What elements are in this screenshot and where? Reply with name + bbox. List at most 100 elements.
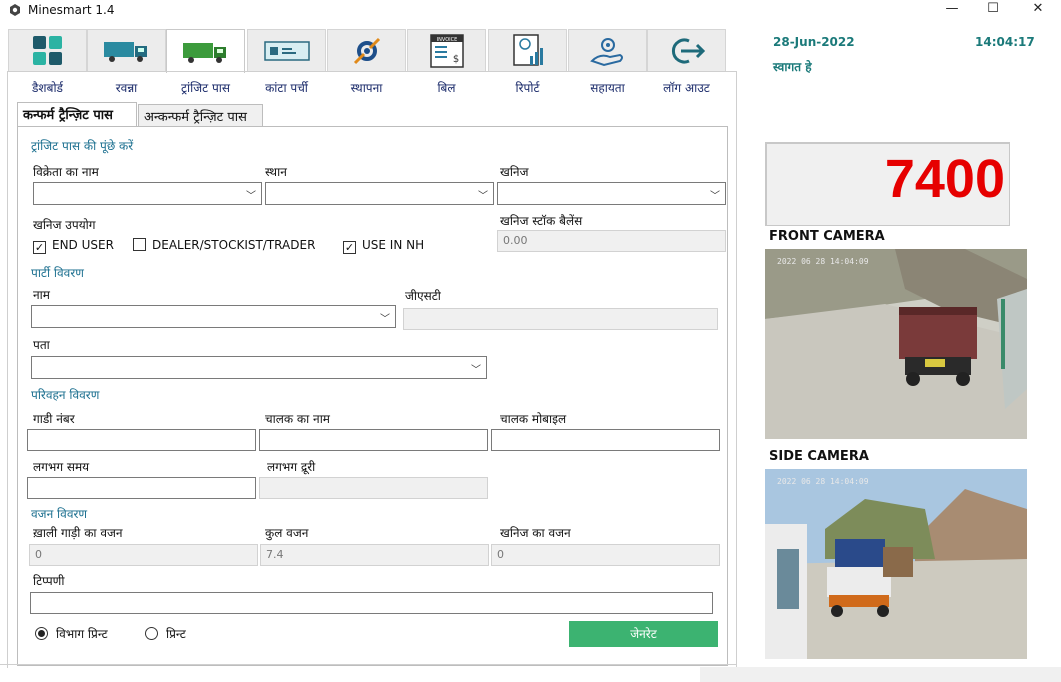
chevron-down-icon: ﹀: [380, 314, 390, 325]
mineral-weight-field: 0: [491, 544, 720, 566]
radio-empty-icon: [145, 627, 158, 640]
chevron-down-icon: ﹀: [478, 191, 488, 202]
settings-tools-icon: [353, 37, 380, 64]
transit-pass-panel: [17, 126, 728, 666]
end-user-label: END USER: [52, 238, 114, 252]
place-select[interactable]: ﹀: [265, 182, 494, 205]
current-time: 14:04:17: [975, 35, 1035, 49]
driver-name-label: चालक का नाम: [265, 412, 330, 426]
app-logo-icon: [10, 4, 20, 16]
toolbar-label-dashboard[interactable]: डैशबोर्ड: [8, 79, 87, 96]
toolbar-label-logout[interactable]: लॉग आउट: [647, 79, 726, 96]
weight-value: 7400: [884, 149, 1005, 209]
section-party-title: पार्टी विवरण: [31, 266, 84, 280]
total-weight-label: कुल वजन: [265, 526, 309, 540]
print-radio[interactable]: प्रिन्ट: [145, 625, 186, 642]
party-name-select[interactable]: ﹀: [31, 305, 396, 328]
side-camera-feed: 2022 06 28 14:04:09: [765, 469, 1027, 659]
truck-green-icon: [182, 42, 226, 63]
front-camera-image: [765, 249, 1027, 439]
help-hand-icon: [589, 37, 623, 66]
remarks-label: टिप्पणी: [33, 574, 65, 588]
total-weight-field: 7.4: [260, 544, 489, 566]
mineral-select[interactable]: ﹀: [497, 182, 726, 205]
toolbar-label-transit-pass[interactable]: ट्रांजिट पास: [166, 79, 245, 96]
gst-label: जीएसटी: [405, 289, 441, 303]
tab-unconfirm-transit-pass[interactable]: अन्कन्फर्म ट्रैन्ज़िट पास: [138, 104, 263, 126]
stock-balance-field: 0.00: [497, 230, 726, 252]
toolbar-label-sthapana[interactable]: स्थापना: [327, 79, 406, 96]
front-camera-title: FRONT CAMERA: [769, 229, 885, 244]
vendor-select[interactable]: ﹀: [33, 182, 262, 205]
mineral-use-label: खनिज उपयोग: [33, 218, 96, 232]
empty-weight-field: 0: [29, 544, 258, 566]
mineral-weight-label: खनिज का वजन: [500, 526, 571, 540]
side-camera-image: [765, 469, 1027, 659]
department-print-label: विभाग प्रिन्ट: [56, 627, 108, 641]
maximize-button[interactable]: ☐: [970, 0, 1016, 20]
address-select[interactable]: ﹀: [31, 356, 487, 379]
toolbar-divider: [7, 71, 737, 72]
close-button[interactable]: ✕: [1015, 0, 1061, 20]
toolbar-dashboard-button[interactable]: [8, 29, 87, 71]
toolbar-transit-pass-button[interactable]: [166, 29, 245, 73]
radio-selected-icon: [35, 627, 48, 640]
use-in-nh-label: USE IN NH: [362, 238, 425, 252]
current-date: 28-Jun-2022: [773, 35, 855, 49]
toolbar-report-button[interactable]: [488, 29, 567, 71]
checkbox-checked-icon: ✓: [343, 241, 356, 254]
toolbar-label-bill[interactable]: बिल: [407, 79, 486, 96]
print-label: प्रिन्ट: [166, 627, 186, 641]
front-camera-feed: 2022 06 28 14:04:09: [765, 249, 1027, 439]
chevron-down-icon: ﹀: [710, 191, 720, 202]
remarks-input[interactable]: [30, 592, 713, 614]
ticket-icon: [263, 40, 310, 61]
section-query-title: ट्रांजिट पास की पूंछे करें: [31, 139, 134, 153]
svg-text:$: $: [452, 54, 458, 65]
tab-confirm-transit-pass[interactable]: कन्फर्म ट्रैन्ज़िट पास: [17, 102, 137, 127]
weight-display: 7400: [765, 142, 1010, 226]
vehicle-number-input[interactable]: [27, 429, 256, 451]
toolbar-help-button[interactable]: [568, 29, 647, 71]
party-name-label: नाम: [33, 288, 50, 302]
dealer-checkbox[interactable]: DEALER/STOCKIST/TRADER: [133, 238, 315, 252]
toolbar-sthapana-button[interactable]: [327, 29, 406, 71]
section-weight-title: वजन विवरण: [31, 507, 88, 521]
generate-button[interactable]: जेनरेट: [569, 621, 718, 647]
vendor-label: विक्रेता का नाम: [33, 165, 99, 179]
toolbar-label-report[interactable]: रिपोर्ट: [488, 79, 567, 96]
toolbar-label-kanta-parchi[interactable]: कांटा पर्ची: [247, 79, 326, 96]
side-camera-title: SIDE CAMERA: [769, 449, 869, 464]
toolbar-bill-button[interactable]: INVOICE $: [407, 29, 486, 71]
side-camera-timestamp: 2022 06 28 14:04:09: [777, 477, 869, 486]
driver-mobile-label: चालक मोबाइल: [500, 412, 567, 426]
toolbar-logout-button[interactable]: [647, 29, 726, 71]
driver-name-input[interactable]: [259, 429, 488, 451]
app-title: Minesmart 1.4: [28, 3, 115, 17]
toolbar-label-help[interactable]: सहायता: [568, 79, 647, 96]
driver-mobile-input[interactable]: [491, 429, 720, 451]
place-label: स्थान: [265, 165, 287, 179]
chevron-down-icon: ﹀: [246, 191, 256, 202]
welcome-text: स्वागत हे: [773, 60, 812, 74]
minimize-button[interactable]: —: [929, 0, 975, 20]
address-label: पता: [33, 338, 50, 352]
use-in-nh-checkbox[interactable]: ✓ USE IN NH: [343, 238, 424, 254]
svg-text:INVOICE: INVOICE: [436, 37, 457, 43]
department-print-radio[interactable]: विभाग प्रिन्ट: [35, 625, 108, 642]
logout-icon: [671, 38, 705, 63]
stock-balance-label: खनिज स्टॉक बैलेंस: [500, 214, 583, 228]
end-user-checkbox[interactable]: ✓ END USER: [33, 238, 114, 254]
toolbar-ravanna-button[interactable]: [87, 29, 166, 71]
bottom-divider: [0, 664, 737, 665]
toolbar-label-ravanna[interactable]: रवन्ना: [87, 79, 166, 96]
dashboard-icon: [32, 35, 62, 65]
chevron-down-icon: ﹀: [471, 365, 481, 376]
approx-time-input[interactable]: [27, 477, 256, 499]
dealer-label: DEALER/STOCKIST/TRADER: [152, 238, 316, 252]
section-transport-title: परिवहन विवरण: [31, 388, 100, 402]
approx-distance-field: [259, 477, 488, 499]
toolbar-kanta-parchi-button[interactable]: [247, 29, 326, 71]
checkbox-checked-icon: ✓: [33, 241, 46, 254]
approx-time-label: लगभग समय: [33, 460, 90, 474]
